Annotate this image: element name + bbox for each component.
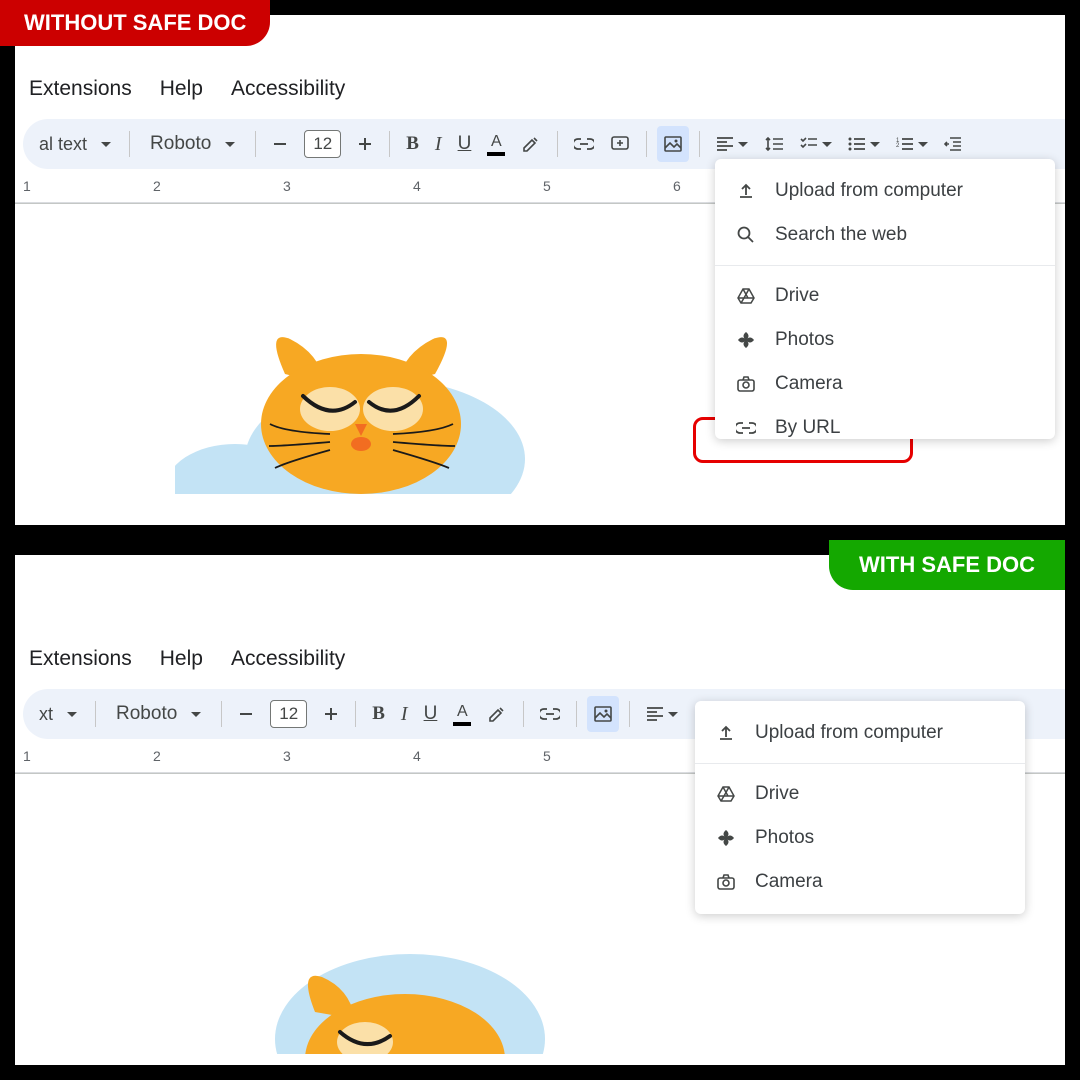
separator: [255, 131, 256, 157]
menu-item-photos[interactable]: Photos: [715, 318, 1055, 362]
font-family-dropdown[interactable]: Roboto: [140, 126, 245, 162]
paragraph-style-dropdown[interactable]: xt: [31, 696, 85, 732]
numbered-list-dropdown[interactable]: 12: [890, 126, 934, 162]
separator: [646, 131, 647, 157]
separator: [557, 131, 558, 157]
checklist-dropdown[interactable]: [794, 126, 838, 162]
paragraph-style-dropdown[interactable]: al text: [31, 126, 119, 162]
document-illustration: [175, 284, 535, 494]
drive-icon: [715, 783, 737, 805]
separator: [389, 131, 390, 157]
menu-item-upload-computer[interactable]: Upload from computer: [715, 169, 1055, 213]
menu-help[interactable]: Help: [160, 647, 203, 671]
badge-without-safedoc: WITHOUT SAFE DOC: [0, 0, 270, 46]
menu-item-label: Search the web: [775, 224, 907, 246]
separator: [221, 701, 222, 727]
upload-icon: [735, 180, 757, 202]
link-icon: [735, 417, 757, 439]
decrease-indent-button[interactable]: [938, 126, 968, 162]
menu-extensions[interactable]: Extensions: [29, 647, 132, 671]
photos-icon: [735, 329, 757, 351]
menu-divider: [695, 763, 1025, 764]
insert-image-button[interactable]: [587, 696, 619, 732]
text-color-button[interactable]: A: [447, 696, 477, 732]
upload-icon: [715, 722, 737, 744]
align-dropdown[interactable]: [640, 696, 684, 732]
increase-font-size-button[interactable]: [351, 126, 379, 162]
menu-item-label: By URL: [775, 417, 840, 439]
panel-with-safedoc: Extensions Help Accessibility xt Roboto …: [15, 555, 1065, 1065]
italic-button[interactable]: I: [395, 696, 414, 732]
insert-image-menu: Upload from computer Drive Photos Camera: [695, 701, 1025, 914]
separator: [95, 701, 96, 727]
add-comment-button[interactable]: [604, 126, 636, 162]
search-icon: [735, 224, 757, 246]
menu-item-label: Photos: [755, 827, 814, 849]
font-size-input[interactable]: 12: [298, 126, 347, 162]
drive-icon: [735, 285, 757, 307]
svg-text:2: 2: [896, 143, 900, 149]
highlight-color-button[interactable]: [481, 696, 513, 732]
menu-item-label: Camera: [775, 373, 843, 395]
menu-item-label: Camera: [755, 871, 823, 893]
menu-item-drive[interactable]: Drive: [715, 274, 1055, 318]
menu-divider: [715, 265, 1055, 266]
decrease-font-size-button[interactable]: [232, 696, 260, 732]
menu-item-label: Drive: [775, 285, 819, 307]
font-family-dropdown[interactable]: Roboto: [106, 696, 211, 732]
menu-extensions[interactable]: Extensions: [29, 77, 132, 101]
menu-accessibility[interactable]: Accessibility: [231, 647, 345, 671]
badge-with-safedoc: WITH SAFE DOC: [829, 540, 1065, 590]
menu-item-label: Drive: [755, 783, 799, 805]
insert-image-button[interactable]: [657, 126, 689, 162]
highlight-color-button[interactable]: [515, 126, 547, 162]
photos-icon: [715, 827, 737, 849]
menu-item-photos[interactable]: Photos: [695, 816, 1025, 860]
decrease-font-size-button[interactable]: [266, 126, 294, 162]
menu-item-label: Upload from computer: [755, 722, 943, 744]
separator: [576, 701, 577, 727]
menu-item-camera[interactable]: Camera: [715, 362, 1055, 406]
line-spacing-button[interactable]: [758, 126, 790, 162]
text-color-button[interactable]: A: [481, 126, 511, 162]
menu-item-upload-computer[interactable]: Upload from computer: [695, 711, 1025, 755]
menu-accessibility[interactable]: Accessibility: [231, 77, 345, 101]
menubar: Extensions Help Accessibility: [15, 65, 1065, 113]
separator: [129, 131, 130, 157]
bold-button[interactable]: B: [400, 126, 425, 162]
increase-font-size-button[interactable]: [317, 696, 345, 732]
underline-button[interactable]: U: [418, 696, 444, 732]
bulleted-list-dropdown[interactable]: [842, 126, 886, 162]
separator: [699, 131, 700, 157]
separator: [355, 701, 356, 727]
camera-icon: [715, 871, 737, 893]
insert-image-menu: Upload from computer Search the web Driv…: [715, 159, 1055, 439]
insert-link-button[interactable]: [568, 126, 600, 162]
menu-item-label: Photos: [775, 329, 834, 351]
document-illustration: [240, 884, 580, 1054]
menu-help[interactable]: Help: [160, 77, 203, 101]
menu-item-drive[interactable]: Drive: [695, 772, 1025, 816]
italic-button[interactable]: I: [429, 126, 448, 162]
camera-icon: [735, 373, 757, 395]
menu-item-camera[interactable]: Camera: [695, 860, 1025, 904]
menu-item-label: Upload from computer: [775, 180, 963, 202]
separator: [523, 701, 524, 727]
menubar: Extensions Help Accessibility: [15, 635, 1065, 683]
menu-item-search-web[interactable]: Search the web: [715, 213, 1055, 257]
insert-link-button[interactable]: [534, 696, 566, 732]
underline-button[interactable]: U: [452, 126, 478, 162]
bold-button[interactable]: B: [366, 696, 391, 732]
font-size-input[interactable]: 12: [264, 696, 313, 732]
panel-without-safedoc: Extensions Help Accessibility al text Ro…: [15, 15, 1065, 525]
separator: [629, 701, 630, 727]
align-dropdown[interactable]: [710, 126, 754, 162]
menu-item-by-url[interactable]: By URL: [715, 406, 1055, 450]
